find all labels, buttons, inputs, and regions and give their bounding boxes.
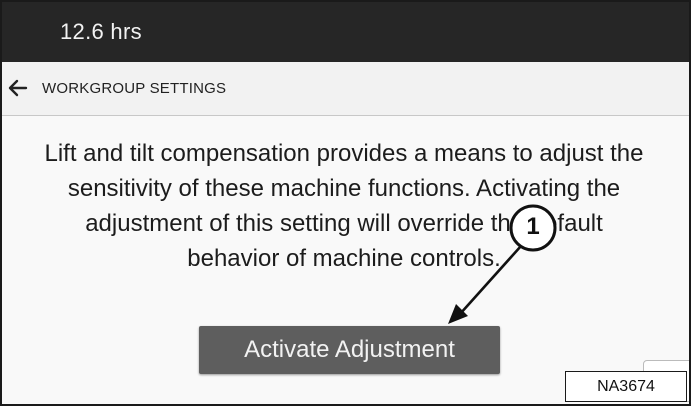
engine-hours: 12.6 hrs bbox=[60, 19, 142, 44]
figure-id-label: NA3674 bbox=[565, 371, 687, 402]
display-screen: 12.6 hrs WORKGROUP SETTINGS Lift and til… bbox=[0, 0, 691, 406]
nav-bar: WORKGROUP SETTINGS bbox=[2, 62, 689, 116]
page-title: WORKGROUP SETTINGS bbox=[42, 80, 227, 97]
status-bar: 12.6 hrs bbox=[2, 2, 689, 62]
callout-number: 1 bbox=[526, 213, 540, 240]
activate-adjustment-button[interactable]: Activate Adjustment bbox=[199, 326, 500, 374]
description-text: Lift and tilt compensation provides a me… bbox=[44, 140, 644, 272]
arrow-left-icon[interactable] bbox=[6, 76, 30, 100]
content-area: Lift and tilt compensation provides a me… bbox=[2, 116, 689, 404]
